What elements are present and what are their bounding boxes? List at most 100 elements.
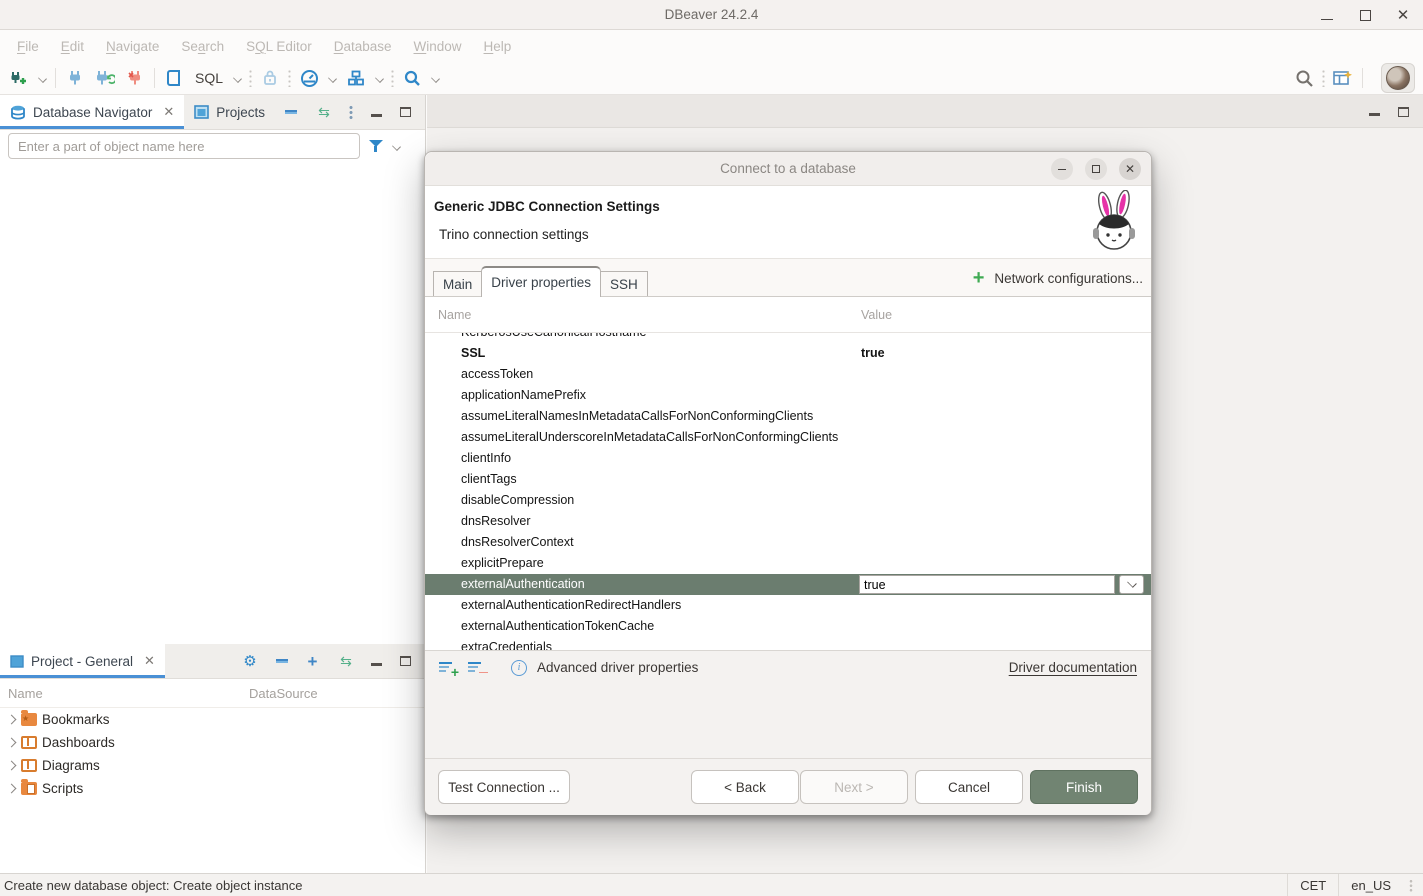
property-row[interactable]: externalAuthentication xyxy=(425,574,1151,595)
user-avatar-button[interactable] xyxy=(1381,63,1415,93)
panel-maximize-icon[interactable] xyxy=(400,107,411,117)
driver-documentation-link[interactable]: Driver documentation xyxy=(1009,660,1137,675)
link-with-editor-icon[interactable]: ⇆ xyxy=(315,104,331,120)
tab-project-general[interactable]: Project - General ✕ xyxy=(0,644,165,678)
dialog-tab[interactable]: SSH xyxy=(600,271,648,296)
property-row[interactable]: dnsResolver xyxy=(425,511,1151,532)
tab-close-icon[interactable]: ✕ xyxy=(163,104,174,120)
plus-icon: + xyxy=(973,268,985,288)
dialog-button[interactable]: Next > xyxy=(800,770,908,804)
remove-property-icon[interactable] xyxy=(468,660,487,676)
menu-item[interactable]: Database xyxy=(323,39,403,54)
property-row[interactable]: clientTags xyxy=(425,469,1151,490)
property-row[interactable]: disableCompression xyxy=(425,490,1151,511)
column-name[interactable]: Name xyxy=(438,308,471,322)
dialog-titlebar[interactable]: Connect to a database ✕ xyxy=(425,152,1151,186)
driver-manager-dropdown-icon[interactable] xyxy=(375,74,384,83)
dashboard-dropdown-icon[interactable] xyxy=(328,74,337,83)
expand-chevron-icon[interactable] xyxy=(6,715,16,725)
menu-item[interactable]: Search xyxy=(170,39,235,54)
filter-dropdown-icon[interactable] xyxy=(392,142,401,151)
property-row[interactable]: explicitPrepare xyxy=(425,553,1151,574)
column-value[interactable]: Value xyxy=(861,308,892,322)
property-row[interactable]: externalAuthenticationRedirectHandlers xyxy=(425,595,1151,616)
tab-close-icon[interactable]: ✕ xyxy=(144,653,155,669)
new-connection-dropdown-icon[interactable] xyxy=(38,74,47,83)
dialog-close-button[interactable]: ✕ xyxy=(1119,158,1141,180)
sql-editor-icon[interactable] xyxy=(163,67,185,89)
property-row[interactable]: dnsResolverContext xyxy=(425,532,1151,553)
property-row[interactable]: externalAuthenticationTokenCache xyxy=(425,616,1151,637)
tree-item[interactable]: Diagrams xyxy=(0,754,425,777)
minimize-button[interactable] xyxy=(1319,7,1335,23)
settings-gear-icon[interactable]: ⚙ xyxy=(242,653,258,669)
dialog-tab[interactable]: Main xyxy=(433,271,482,296)
dialog-minimize-button[interactable] xyxy=(1051,158,1073,180)
reconnect-icon[interactable] xyxy=(94,67,116,89)
sql-editor-dropdown-icon[interactable] xyxy=(233,74,242,83)
dialog-tab[interactable]: Driver properties xyxy=(481,266,601,297)
property-column-headers: Name Value xyxy=(425,297,1151,333)
expand-chevron-icon[interactable] xyxy=(6,784,16,794)
perspective-icon[interactable] xyxy=(1332,67,1354,89)
tab-projects[interactable]: Projects xyxy=(184,95,275,129)
dialog-button[interactable]: Cancel xyxy=(915,770,1023,804)
editor-maximize-icon[interactable] xyxy=(1398,107,1409,117)
property-row[interactable]: KerberosUseCanonicalHostname xyxy=(425,333,1151,343)
search-db-dropdown-icon[interactable] xyxy=(431,74,440,83)
property-value-input[interactable] xyxy=(859,575,1115,594)
editor-minimize-icon[interactable] xyxy=(1369,113,1380,116)
panel-minimize-icon[interactable] xyxy=(371,663,382,666)
object-filter-input[interactable] xyxy=(8,133,360,159)
menu-item[interactable]: File xyxy=(6,39,50,54)
add-property-icon[interactable] xyxy=(439,660,458,676)
collapse-all-icon[interactable] xyxy=(276,659,288,663)
dashboard-icon[interactable] xyxy=(298,67,320,89)
link-with-editor-icon[interactable]: ⇆ xyxy=(337,653,353,669)
network-configurations-button[interactable]: + Network configurations... xyxy=(973,259,1143,297)
menu-item[interactable]: Window xyxy=(403,39,473,54)
timezone-indicator[interactable]: CET xyxy=(1287,874,1338,896)
driver-manager-icon[interactable] xyxy=(345,67,367,89)
property-row[interactable]: applicationNamePrefix xyxy=(425,385,1151,406)
expand-all-icon[interactable] xyxy=(306,655,319,668)
panel-maximize-icon[interactable] xyxy=(400,656,411,666)
new-connection-icon[interactable] xyxy=(8,67,30,89)
sql-editor-label[interactable]: SQL xyxy=(195,70,223,86)
property-row[interactable]: accessToken xyxy=(425,364,1151,385)
close-button[interactable]: ✕ xyxy=(1395,7,1411,23)
property-row[interactable]: assumeLiteralUnderscoreInMetadataCallsFo… xyxy=(425,427,1151,448)
expand-chevron-icon[interactable] xyxy=(6,761,16,771)
panel-minimize-icon[interactable] xyxy=(371,114,382,117)
property-row[interactable]: extraCredentials xyxy=(425,637,1151,651)
property-row[interactable]: SSL true xyxy=(425,343,1151,364)
collapse-all-icon[interactable] xyxy=(285,110,297,114)
dialog-maximize-button[interactable] xyxy=(1085,158,1107,180)
menu-item[interactable]: Edit xyxy=(50,39,95,54)
column-name[interactable]: Name xyxy=(0,686,249,701)
connect-icon[interactable] xyxy=(64,67,86,89)
expand-chevron-icon[interactable] xyxy=(6,738,16,748)
tree-item[interactable]: Scripts xyxy=(0,777,425,800)
disconnect-icon[interactable] xyxy=(124,67,146,89)
tab-database-navigator[interactable]: Database Navigator ✕ xyxy=(0,95,184,129)
database-navigator-tree[interactable] xyxy=(0,162,425,644)
value-dropdown-button[interactable] xyxy=(1119,575,1144,594)
tree-item[interactable]: Dashboards xyxy=(0,731,425,754)
maximize-button[interactable] xyxy=(1357,7,1373,23)
dialog-button[interactable]: < Back xyxy=(691,770,799,804)
dialog-button[interactable]: Finish xyxy=(1030,770,1138,804)
filter-icon[interactable] xyxy=(368,138,384,154)
view-menu-icon[interactable] xyxy=(349,105,353,119)
tree-item[interactable]: Bookmarks xyxy=(0,708,425,731)
test-connection-button[interactable]: Test Connection ... xyxy=(438,770,570,804)
property-row[interactable]: assumeLiteralNamesInMetadataCallsForNonC… xyxy=(425,406,1151,427)
locale-indicator[interactable]: en_US xyxy=(1338,874,1403,896)
quick-search-icon[interactable] xyxy=(1293,67,1315,89)
search-db-icon[interactable] xyxy=(401,67,423,89)
column-datasource[interactable]: DataSource xyxy=(249,686,318,701)
menu-item[interactable]: SQL Editor xyxy=(235,39,323,54)
menu-item[interactable]: Help xyxy=(473,39,523,54)
property-row[interactable]: clientInfo xyxy=(425,448,1151,469)
menu-item[interactable]: Navigate xyxy=(95,39,170,54)
